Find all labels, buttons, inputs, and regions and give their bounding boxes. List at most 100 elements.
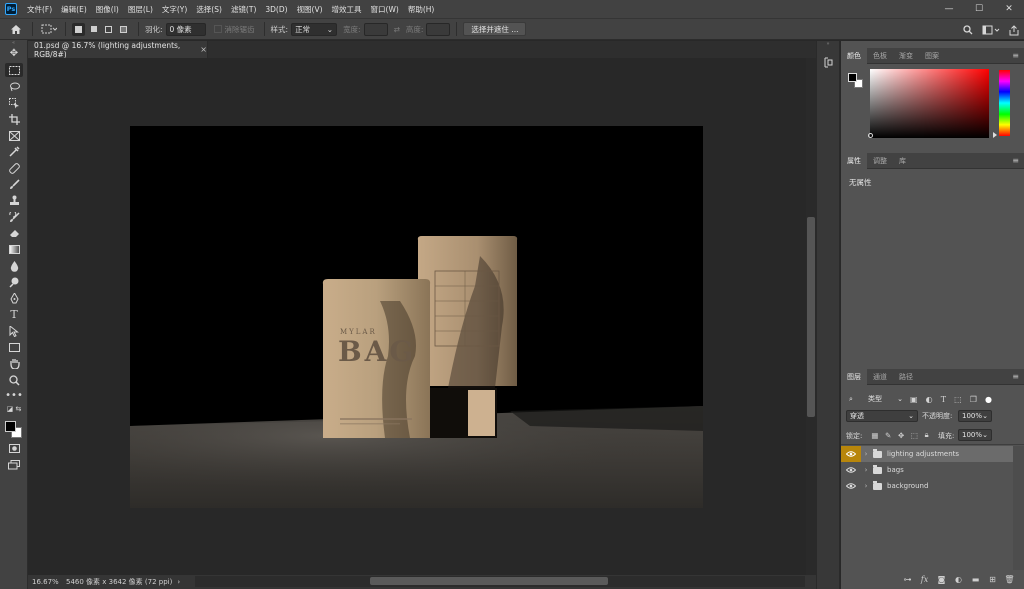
height-input[interactable] — [426, 22, 451, 36]
tab-adjustments[interactable]: 调整 — [867, 153, 893, 169]
type-tool-icon[interactable]: T — [0, 307, 28, 323]
dodge-tool-icon[interactable] — [0, 274, 28, 290]
horizontal-scroll-thumb[interactable] — [370, 577, 608, 585]
workspace-icon[interactable] — [978, 19, 1004, 41]
add-selection-icon[interactable] — [87, 23, 100, 36]
lock-transparent-icon[interactable]: ▦ — [871, 431, 878, 440]
panel-menu-icon[interactable]: ≡ — [1012, 372, 1019, 381]
style-select[interactable]: 正常 ⌄ — [291, 22, 338, 36]
photoshop-logo[interactable]: Ps — [5, 3, 17, 15]
add-mask-icon[interactable]: ◙ — [933, 575, 950, 584]
clone-stamp-tool-icon[interactable] — [0, 193, 28, 209]
visibility-eye-icon[interactable] — [841, 478, 861, 494]
tab-channels[interactable]: 通道 — [867, 369, 893, 385]
lock-position-icon[interactable]: ✥ — [898, 431, 904, 440]
more-tools-icon[interactable]: ••• — [0, 388, 28, 404]
pixel-filter-icon[interactable]: ▣ — [910, 395, 918, 404]
menu-window[interactable]: 窗口(W) — [371, 4, 399, 15]
menu-3d[interactable]: 3D(D) — [265, 5, 287, 14]
swap-icon[interactable]: ⇄ — [394, 25, 400, 34]
panel-menu-icon[interactable]: ≡ — [1012, 156, 1019, 165]
home-icon[interactable] — [6, 18, 26, 40]
move-tool-icon[interactable]: ✥ — [0, 46, 28, 62]
history-brush-tool-icon[interactable] — [0, 209, 28, 225]
rectangle-tool-icon[interactable] — [0, 339, 28, 355]
fill-input[interactable]: 100% ⌄ — [958, 429, 992, 441]
hand-tool-icon[interactable] — [0, 356, 28, 372]
pen-tool-icon[interactable] — [0, 290, 28, 306]
gradient-tool-icon[interactable] — [0, 242, 28, 258]
menu-view[interactable]: 视图(V) — [297, 4, 323, 15]
tab-patterns[interactable]: 图案 — [919, 48, 945, 64]
menu-select[interactable]: 选择(S) — [196, 4, 222, 15]
document-tab[interactable]: 01.psd @ 16.7% (lighting adjustments, RG… — [28, 41, 208, 59]
hue-slider-handle[interactable] — [993, 132, 997, 138]
select-and-mask-button[interactable]: 选择并遮住 ... — [463, 22, 527, 36]
tab-swatches[interactable]: 色板 — [867, 48, 893, 64]
default-colors-icon[interactable]: ◪ ⇆ — [0, 405, 28, 415]
menu-layer[interactable]: 图层(L) — [128, 4, 153, 15]
feather-input[interactable]: 0 像素 — [165, 22, 206, 36]
panel-menu-icon[interactable]: ≡ — [1012, 51, 1019, 60]
antialias-checkbox[interactable] — [213, 25, 222, 33]
color-picker-cursor[interactable] — [868, 133, 873, 138]
menu-type[interactable]: 文字(Y) — [162, 4, 187, 15]
tab-color[interactable]: 颜色 — [841, 47, 867, 64]
menu-plugins[interactable]: 增效工具 — [332, 4, 362, 15]
frame-tool-icon[interactable] — [0, 127, 28, 143]
layer-filter-select[interactable]: ⌕ 类型 ⌄ — [846, 393, 906, 405]
adjustment-layer-icon[interactable]: ◐ — [950, 575, 967, 584]
color-swatches[interactable] — [0, 415, 27, 441]
path-selection-tool-icon[interactable] — [0, 323, 28, 339]
tab-libraries[interactable]: 库 — [893, 153, 912, 169]
minimize-button[interactable]: — — [934, 0, 964, 18]
rectangular-marquee-tool-icon[interactable] — [0, 62, 28, 78]
menu-help[interactable]: 帮助(H) — [408, 4, 435, 15]
chevron-right-icon[interactable]: › — [177, 578, 180, 586]
crop-tool-icon[interactable] — [0, 111, 28, 127]
lasso-tool-icon[interactable] — [0, 79, 28, 95]
chevron-right-icon[interactable]: › — [861, 482, 871, 490]
type-filter-icon[interactable]: T — [941, 395, 946, 404]
share-icon[interactable] — [1004, 19, 1024, 41]
lock-image-icon[interactable]: ✎ — [885, 431, 891, 440]
new-group-icon[interactable]: ▬ — [967, 575, 984, 584]
layer-row-bags[interactable]: › bags — [841, 462, 1013, 478]
brush-tool-icon[interactable] — [0, 176, 28, 192]
menu-filter[interactable]: 滤镜(T) — [231, 4, 256, 15]
eyedropper-tool-icon[interactable] — [0, 144, 28, 160]
visibility-eye-icon[interactable] — [841, 446, 861, 462]
screen-mode-icon[interactable] — [0, 457, 28, 473]
layer-style-icon[interactable]: fx — [916, 575, 933, 584]
foreground-color-swatch[interactable] — [5, 420, 16, 432]
maximize-button[interactable]: ☐ — [964, 0, 994, 18]
close-window-button[interactable]: ✕ — [994, 0, 1024, 18]
layer-row-background[interactable]: › background — [841, 478, 1013, 494]
width-input[interactable] — [363, 22, 388, 36]
tab-layers[interactable]: 图层 — [841, 368, 867, 385]
delete-layer-icon[interactable]: 🗑︎ — [1001, 575, 1018, 584]
panel-grip-icon[interactable]: » — [817, 41, 839, 49]
close-tab-icon[interactable]: × — [200, 45, 207, 54]
link-layers-icon[interactable]: ⊶ — [899, 575, 916, 584]
zoom-tool-icon[interactable] — [0, 372, 28, 388]
chevron-right-icon[interactable]: › — [861, 450, 871, 458]
layer-row-lighting-adjustments[interactable]: › lighting adjustments — [841, 446, 1013, 462]
adjustment-filter-icon[interactable]: ◐ — [926, 395, 933, 404]
blend-mode-select[interactable]: 穿透 ⌄ — [846, 410, 918, 422]
lock-all-icon[interactable]: 🔒︎ — [925, 430, 929, 440]
new-layer-icon[interactable]: ⊞ — [984, 575, 1001, 584]
marquee-preset-icon[interactable] — [39, 18, 59, 40]
layers-scrollbar[interactable] — [1013, 446, 1024, 570]
visibility-eye-icon[interactable] — [841, 462, 861, 478]
opacity-input[interactable]: 100% ⌄ — [958, 410, 992, 422]
menu-edit[interactable]: 编辑(E) — [61, 4, 87, 15]
smart-object-filter-icon[interactable]: ❐ — [970, 395, 977, 404]
history-panel-icon[interactable] — [821, 55, 835, 69]
eraser-tool-icon[interactable] — [0, 225, 28, 241]
intersect-selection-icon[interactable] — [117, 23, 130, 36]
lock-artboard-icon[interactable]: ⬚ — [911, 431, 918, 440]
new-selection-icon[interactable] — [72, 22, 85, 36]
object-selection-tool-icon[interactable] — [0, 95, 28, 111]
zoom-level[interactable]: 16.67% — [32, 578, 64, 586]
